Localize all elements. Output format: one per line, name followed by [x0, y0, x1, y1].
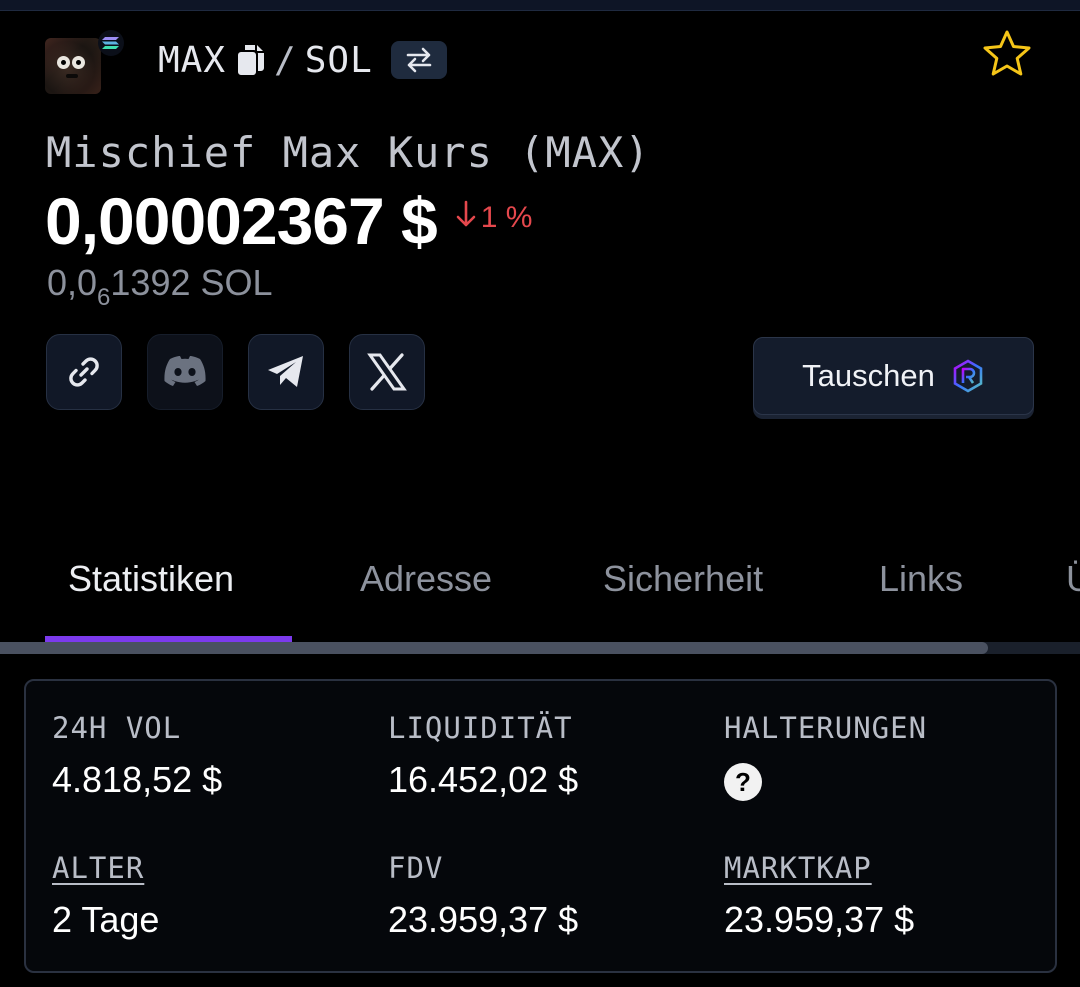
discord-icon	[164, 356, 206, 386]
telegram-icon	[268, 356, 303, 387]
sol-price: 0,061392 SOL	[47, 262, 273, 311]
token-page: MAX / SOL Mischief Max Kurs (MAX) 0,0000…	[0, 0, 1080, 987]
stat-liquidity: LIQUIDITÄT 16.452,02 $	[388, 711, 578, 801]
solana-chain-icon	[98, 30, 124, 56]
stat-holders: HALTERUNGEN ?	[724, 711, 927, 801]
question-mark-icon[interactable]: ?	[724, 763, 762, 801]
stat-label-link[interactable]: ALTER	[52, 851, 159, 885]
stat-value: 2 Tage	[52, 899, 160, 940]
stat-label: FDV	[388, 851, 444, 885]
stat-label-link[interactable]: MARKTKAP	[724, 851, 914, 885]
token-avatar	[45, 38, 101, 94]
top-edge	[0, 0, 1080, 11]
swap-button[interactable]: Tauschen	[753, 337, 1034, 415]
pair-header: MAX / SOL	[158, 36, 447, 84]
discord-button[interactable]	[147, 334, 223, 410]
tab-adresse[interactable]: Adresse	[360, 558, 492, 600]
raydium-icon	[953, 359, 983, 393]
stat-value: 23.959,37 $	[724, 899, 915, 940]
website-link-button[interactable]	[46, 334, 122, 410]
x-logo-icon	[367, 353, 407, 391]
stat-label: LIQUIDITÄT	[388, 711, 573, 745]
price-change: 1 %	[455, 200, 533, 236]
tab-more[interactable]: Ü	[1066, 558, 1080, 600]
tab-statistiken[interactable]: Statistiken	[68, 558, 234, 600]
stat-value: 16.452,02 $	[388, 759, 579, 800]
token-title: Mischief Max Kurs (MAX)	[46, 128, 651, 177]
pair-separator: /	[274, 39, 297, 81]
link-icon	[69, 357, 99, 387]
copy-icon[interactable]	[236, 43, 266, 77]
stat-age: ALTER 2 Tage	[52, 851, 159, 941]
stat-label: 24H VOL	[52, 711, 182, 745]
stat-market-cap: MARKTKAP 23.959,37 $	[724, 851, 914, 941]
stat-value: 4.818,52 $	[52, 759, 223, 800]
tab-scroll-thumb[interactable]	[0, 642, 988, 654]
price-change-value: 1 %	[480, 201, 533, 234]
swap-button-label: Tauschen	[802, 358, 935, 393]
stat-label: HALTERUNGEN	[724, 711, 928, 745]
price-row: 0,00002367 $ 1 %	[45, 182, 532, 260]
stat-value: 23.959,37 $	[388, 899, 579, 940]
x-twitter-button[interactable]	[349, 334, 425, 410]
telegram-button[interactable]	[248, 334, 324, 410]
quote-symbol: SOL	[304, 39, 373, 81]
tab-links[interactable]: Links	[879, 558, 963, 600]
stat-24h-volume: 24H VOL 4.818,52 $	[52, 711, 222, 801]
stats-card: 24H VOL 4.818,52 $ LIQUIDITÄT 16.452,02 …	[24, 679, 1057, 973]
invert-pair-button[interactable]	[390, 41, 447, 79]
tab-sicherheit[interactable]: Sicherheit	[603, 558, 763, 600]
usd-price: 0,00002367 $	[45, 184, 438, 258]
base-symbol: MAX	[158, 39, 227, 81]
tab-bar: Statistiken Adresse Sicherheit Links Ü	[0, 548, 1080, 618]
favorite-star-icon[interactable]	[980, 26, 1034, 80]
arrow-down-icon	[455, 200, 477, 236]
stat-fdv: FDV 23.959,37 $	[388, 851, 578, 941]
swap-arrows-icon	[406, 47, 432, 73]
